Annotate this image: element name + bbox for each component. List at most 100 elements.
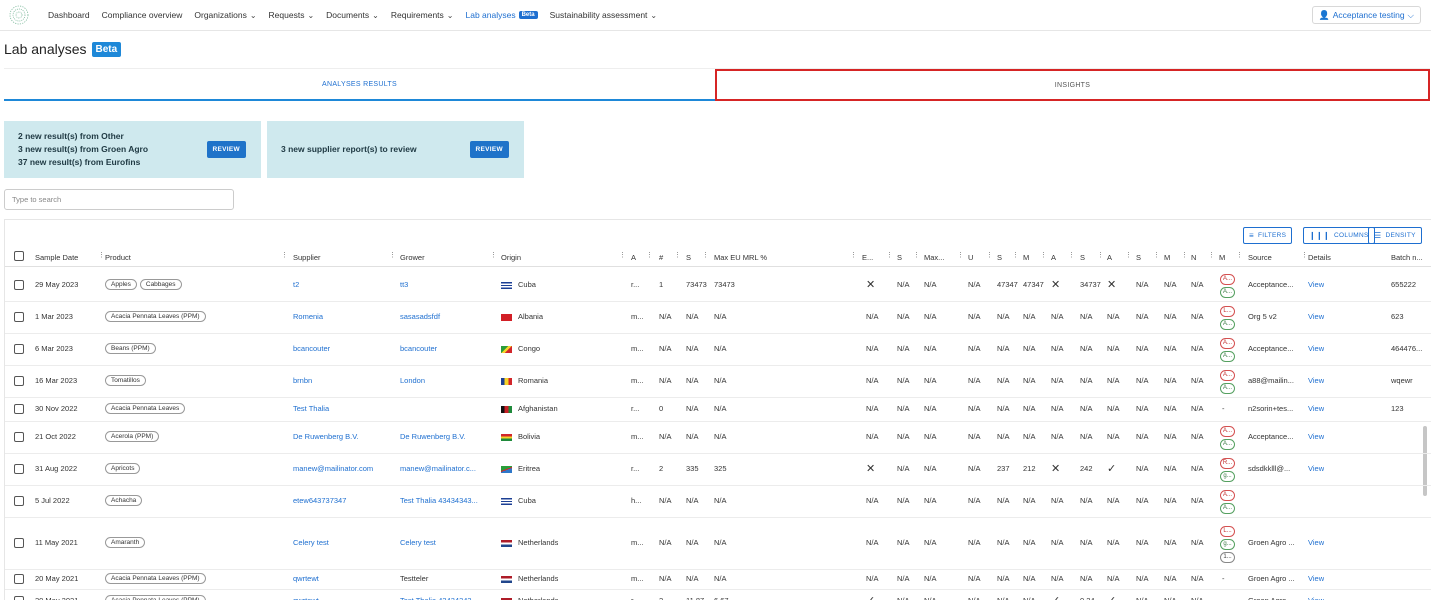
column-header[interactable]: Product bbox=[105, 249, 280, 265]
status-badge[interactable]: A... bbox=[1220, 370, 1235, 381]
column-menu-icon[interactable]: ⋮ bbox=[646, 251, 653, 259]
company-logo-icon[interactable] bbox=[8, 4, 30, 26]
details-view-link[interactable]: View bbox=[1308, 464, 1324, 473]
details-view-link[interactable]: View bbox=[1308, 312, 1324, 321]
density-button[interactable]: ☰ DENSITY bbox=[1368, 227, 1422, 244]
details-view-link[interactable]: View bbox=[1308, 596, 1324, 600]
grower-link[interactable]: Test Thalia 43434343... bbox=[400, 596, 485, 600]
supplier-link[interactable]: Test Thalia bbox=[293, 404, 388, 413]
column-menu-icon[interactable]: ⋮ bbox=[886, 251, 893, 259]
column-menu-icon[interactable]: ⋮ bbox=[1208, 251, 1215, 259]
status-badge[interactable]: A... bbox=[1220, 383, 1235, 394]
status-badge[interactable]: A... bbox=[1220, 319, 1235, 330]
nav-item-requests[interactable]: Requests ⌄ bbox=[269, 10, 315, 20]
nav-item-organizations[interactable]: Organizations ⌄ bbox=[194, 10, 256, 20]
details-view-link[interactable]: View bbox=[1308, 404, 1324, 413]
status-badge[interactable]: A... bbox=[1220, 287, 1235, 298]
status-badge[interactable]: 1... bbox=[1220, 552, 1235, 563]
nav-item-documents[interactable]: Documents ⌄ bbox=[326, 10, 379, 20]
supplier-link[interactable]: qwrtewt bbox=[293, 574, 388, 583]
supplier-link[interactable]: brnbn bbox=[293, 376, 388, 385]
status-badge[interactable]: L... bbox=[1220, 306, 1235, 317]
column-header[interactable]: Grower bbox=[400, 249, 495, 265]
row-checkbox[interactable] bbox=[14, 574, 24, 584]
details-view-link[interactable]: View bbox=[1308, 280, 1324, 289]
filters-button[interactable]: ≡ FILTERS bbox=[1243, 227, 1293, 244]
supplier-link[interactable]: qwrtewt bbox=[293, 596, 388, 600]
column-menu-icon[interactable]: ⋮ bbox=[702, 251, 709, 259]
column-menu-icon[interactable]: ⋮ bbox=[957, 251, 964, 259]
status-badge[interactable]: g... bbox=[1220, 539, 1235, 550]
row-checkbox[interactable] bbox=[14, 312, 24, 322]
details-view-link[interactable]: View bbox=[1308, 432, 1324, 441]
review-results-button[interactable]: REVIEW bbox=[206, 141, 246, 158]
details-view-link[interactable]: View bbox=[1308, 574, 1324, 583]
select-all-checkbox[interactable] bbox=[14, 251, 24, 261]
grower-link[interactable]: sasasadsfdf bbox=[400, 312, 485, 321]
column-menu-icon[interactable]: ⋮ bbox=[1301, 251, 1308, 259]
row-checkbox[interactable] bbox=[14, 464, 24, 474]
review-reports-button[interactable]: REVIEW bbox=[469, 141, 509, 158]
search-input[interactable]: Type to search bbox=[4, 189, 234, 210]
row-checkbox[interactable] bbox=[14, 344, 24, 354]
column-header[interactable]: Details bbox=[1308, 249, 1363, 265]
column-menu-icon[interactable]: ⋮ bbox=[281, 251, 288, 259]
nav-item-lab-analyses[interactable]: Lab analyses Beta bbox=[466, 10, 538, 20]
column-header[interactable]: Source bbox=[1248, 249, 1303, 265]
supplier-link[interactable]: etew643737347 bbox=[293, 496, 388, 505]
column-menu-icon[interactable]: ⋮ bbox=[1097, 251, 1104, 259]
grower-link[interactable]: Test Thalia 43434343... bbox=[400, 496, 485, 505]
status-badge[interactable]: A... bbox=[1220, 439, 1235, 450]
supplier-link[interactable]: Celery test bbox=[293, 538, 388, 547]
status-badge[interactable]: A... bbox=[1220, 426, 1235, 437]
column-header[interactable]: Max EU MRL % bbox=[714, 249, 854, 265]
supplier-link[interactable]: bcancouter bbox=[293, 344, 388, 353]
user-menu-button[interactable]: 👤 Acceptance testing ⌵ bbox=[1311, 6, 1421, 24]
column-menu-icon[interactable]: ⋮ bbox=[1068, 251, 1075, 259]
column-menu-icon[interactable]: ⋮ bbox=[1181, 251, 1188, 259]
column-menu-icon[interactable]: ⋮ bbox=[913, 251, 920, 259]
column-header[interactable]: Max... bbox=[924, 249, 959, 265]
column-menu-icon[interactable]: ⋮ bbox=[490, 251, 497, 259]
details-view-link[interactable]: View bbox=[1308, 376, 1324, 385]
row-checkbox[interactable] bbox=[14, 538, 24, 548]
column-menu-icon[interactable]: ⋮ bbox=[1153, 251, 1160, 259]
supplier-link[interactable]: Romenia bbox=[293, 312, 388, 321]
row-checkbox[interactable] bbox=[14, 280, 24, 290]
supplier-link[interactable]: t2 bbox=[293, 280, 388, 289]
details-view-link[interactable]: View bbox=[1308, 344, 1324, 353]
column-menu-icon[interactable]: ⋮ bbox=[98, 251, 105, 259]
status-badge[interactable]: A... bbox=[1220, 338, 1235, 349]
grower-link[interactable]: De Ruwenberg B.V. bbox=[400, 432, 485, 441]
grower-link[interactable]: London bbox=[400, 376, 485, 385]
details-view-link[interactable]: View bbox=[1308, 538, 1324, 547]
column-header[interactable]: Batch n... bbox=[1391, 249, 1431, 265]
status-badge[interactable]: A... bbox=[1220, 351, 1235, 362]
column-menu-icon[interactable]: ⋮ bbox=[389, 251, 396, 259]
column-header[interactable]: Origin bbox=[501, 249, 621, 265]
column-menu-icon[interactable]: ⋮ bbox=[986, 251, 993, 259]
row-checkbox[interactable] bbox=[14, 496, 24, 506]
status-badge[interactable]: A... bbox=[1220, 503, 1235, 514]
column-header[interactable]: A bbox=[1107, 249, 1127, 265]
column-header[interactable]: Sample Date bbox=[35, 249, 95, 265]
column-header[interactable]: U bbox=[968, 249, 988, 265]
status-badge[interactable]: g... bbox=[1220, 471, 1235, 482]
column-menu-icon[interactable]: ⋮ bbox=[1236, 251, 1243, 259]
status-badge[interactable]: R... bbox=[1220, 458, 1235, 469]
supplier-link[interactable]: manew@mailinator.com bbox=[293, 464, 388, 473]
status-badge[interactable]: L... bbox=[1220, 526, 1235, 537]
status-badge[interactable]: A... bbox=[1220, 490, 1235, 501]
column-menu-icon[interactable]: ⋮ bbox=[1012, 251, 1019, 259]
nav-item-sustainability-assessment[interactable]: Sustainability assessment ⌄ bbox=[550, 10, 658, 20]
nav-item-dashboard[interactable]: Dashboard bbox=[48, 10, 90, 20]
nav-item-requirements[interactable]: Requirements ⌄ bbox=[391, 10, 454, 20]
column-menu-icon[interactable]: ⋮ bbox=[619, 251, 626, 259]
tab-insights[interactable]: INSIGHTS bbox=[715, 69, 1430, 101]
row-checkbox[interactable] bbox=[14, 376, 24, 386]
column-header[interactable]: E... bbox=[862, 249, 887, 265]
nav-item-compliance-overview[interactable]: Compliance overview bbox=[102, 10, 183, 20]
column-menu-icon[interactable]: ⋮ bbox=[850, 251, 857, 259]
supplier-link[interactable]: De Ruwenberg B.V. bbox=[293, 432, 388, 441]
grower-link[interactable]: Celery test bbox=[400, 538, 485, 547]
